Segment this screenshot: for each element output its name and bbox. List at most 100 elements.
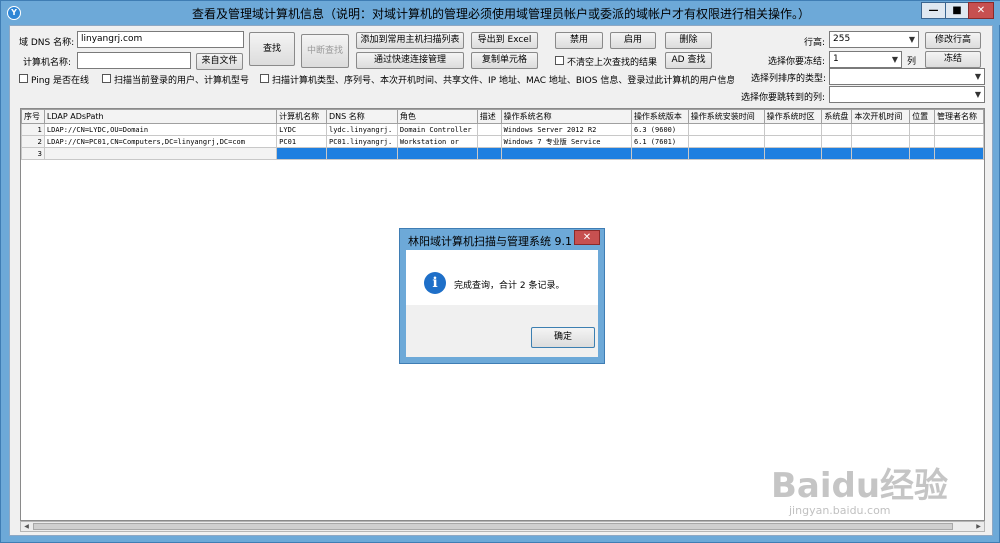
dialog-close-button[interactable]: ✕ — [574, 230, 600, 245]
row-height-select[interactable]: 255 ▼ — [829, 31, 919, 48]
quick-connect-button[interactable]: 通过快速连接管理 — [356, 52, 464, 69]
table-cell[interactable] — [476, 123, 502, 136]
table-row-selected[interactable]: 3 — [21, 147, 984, 160]
column-header[interactable]: 序号 — [21, 109, 45, 124]
table-cell[interactable]: lydc.linyangrj. — [326, 123, 398, 136]
column-header[interactable]: 计算机名称 — [276, 109, 327, 124]
table-cell[interactable] — [821, 147, 853, 160]
table-cell[interactable]: PC01 — [276, 135, 327, 148]
table-cell[interactable] — [476, 147, 502, 160]
table-row[interactable]: 2 LDAP://CN=PC01,CN=Computers,DC=linyang… — [21, 135, 984, 148]
keep-results-label: 不清空上次查找的结果 — [567, 58, 658, 68]
sort-column-label: 选择列排序的类型: — [751, 74, 827, 84]
table-cell[interactable]: LDAP://CN=PC01,CN=Computers,DC=linyangrj… — [43, 135, 278, 148]
from-file-button[interactable]: 来自文件 — [196, 53, 243, 70]
table-cell[interactable]: LDAP://CN=LYDC,OU=Domain — [43, 123, 278, 136]
table-cell[interactable]: LYDC — [276, 123, 327, 136]
sort-column-select[interactable]: ▼ — [829, 68, 985, 85]
table-cell[interactable]: Workstation or — [396, 135, 478, 148]
column-header[interactable]: DNS 名称 — [326, 109, 398, 124]
export-excel-button[interactable]: 导出到 Excel — [471, 32, 538, 49]
search-button[interactable]: 查找 — [249, 32, 295, 66]
column-header[interactable]: 位置 — [909, 109, 936, 124]
table-cell[interactable] — [763, 147, 823, 160]
table-cell[interactable] — [909, 123, 936, 136]
table-cell[interactable] — [821, 123, 853, 136]
table-cell[interactable]: PC01.linyangrj. — [326, 135, 398, 148]
enable-button[interactable]: 启用 — [610, 32, 656, 49]
minimize-button[interactable]: — — [921, 2, 946, 19]
table-cell[interactable]: Domain Controller — [396, 123, 478, 136]
column-header[interactable]: 操作系统版本 — [630, 109, 689, 124]
scroll-left-icon[interactable]: ◀ — [21, 522, 32, 531]
table-cell[interactable] — [934, 123, 984, 136]
table-cell[interactable] — [43, 147, 278, 160]
table-cell[interactable] — [630, 147, 689, 160]
disable-button[interactable]: 禁用 — [555, 32, 603, 49]
add-to-scan-list-button[interactable]: 添加到常用主机扫描列表 — [356, 32, 464, 49]
table-header-row: 序号 LDAP ADsPath 计算机名称 DNS 名称 角色 描述 操作系统名… — [21, 109, 984, 124]
table-cell[interactable]: Windows Server 2012 R2 — [500, 123, 632, 136]
dialog-message: 完成查询，合计 2 条记录。 — [454, 281, 565, 291]
title-bar[interactable]: Y 查看及管理域计算机信息（说明：对域计算机的管理必须使用域管理员帐户或委派的域… — [1, 1, 1000, 25]
column-header[interactable]: 系统盘 — [821, 109, 853, 124]
keep-results-checkbox[interactable] — [555, 56, 564, 65]
table-cell[interactable] — [934, 147, 984, 160]
jump-column-select[interactable]: ▼ — [829, 86, 985, 103]
table-row[interactable]: 1 LDAP://CN=LYDC,OU=Domain LYDC lydc.lin… — [21, 123, 984, 136]
column-header[interactable]: 角色 — [396, 109, 478, 124]
copy-cell-button[interactable]: 复制单元格 — [471, 52, 538, 69]
table-cell[interactable] — [851, 123, 911, 136]
freeze-button[interactable]: 冻结 — [925, 51, 981, 68]
chevron-down-icon: ▼ — [891, 55, 898, 64]
maximize-button[interactable]: ■ — [945, 2, 969, 19]
table-cell[interactable] — [396, 147, 478, 160]
window-title: 查看及管理域计算机信息（说明：对域计算机的管理必须使用域管理员帐户或委派的域帐户… — [191, 7, 810, 21]
column-header[interactable]: 操作系统时区 — [763, 109, 823, 124]
table-cell[interactable] — [500, 147, 632, 160]
ad-search-button[interactable]: AD 查找 — [665, 52, 712, 69]
table-cell[interactable] — [851, 147, 911, 160]
computer-name-input[interactable] — [77, 52, 191, 69]
table-cell[interactable]: 6.1 (7601) — [630, 135, 689, 148]
table-cell[interactable] — [763, 135, 823, 148]
table-cell[interactable] — [763, 123, 823, 136]
column-header[interactable]: 操作系统名称 — [500, 109, 632, 124]
table-cell[interactable]: 6.3 (9600) — [630, 123, 689, 136]
close-button[interactable]: ✕ — [968, 2, 994, 19]
scan-user-label: 扫描当前登录的用户、计算机型号 — [114, 76, 250, 86]
table-cell[interactable] — [851, 135, 911, 148]
interrupt-search-button[interactable]: 中断查找 — [301, 34, 349, 68]
chevron-down-icon: ▼ — [908, 35, 915, 44]
modify-row-height-button[interactable]: 修改行高 — [925, 32, 981, 49]
jump-column-label: 选择你要跳转到的列: — [741, 93, 826, 103]
table-cell[interactable] — [687, 123, 765, 136]
table-cell[interactable] — [687, 135, 765, 148]
scan-detail-checkbox[interactable] — [260, 74, 269, 83]
ping-label: Ping 是否在线 — [31, 76, 90, 86]
column-header[interactable]: 操作系统安装时间 — [687, 109, 765, 124]
table-cell[interactable] — [326, 147, 398, 160]
table-cell[interactable] — [687, 147, 765, 160]
freeze-column-select[interactable]: 1 ▼ — [829, 51, 902, 68]
table-cell[interactable] — [821, 135, 853, 148]
delete-button[interactable]: 删除 — [665, 32, 712, 49]
table-cell[interactable]: Windows 7 专业版 Service — [500, 135, 632, 148]
table-cell[interactable] — [909, 147, 936, 160]
scan-user-checkbox[interactable] — [102, 74, 111, 83]
table-cell[interactable] — [476, 135, 502, 148]
column-header[interactable]: 描述 — [476, 109, 502, 124]
ok-button[interactable]: 确定 — [531, 327, 595, 348]
domain-dns-input[interactable]: linyangrj.com — [77, 31, 244, 48]
chevron-down-icon: ▼ — [974, 72, 981, 81]
main-window: Y 查看及管理域计算机信息（说明：对域计算机的管理必须使用域管理员帐户或委派的域… — [0, 0, 1000, 543]
table-cell[interactable] — [909, 135, 936, 148]
column-header[interactable]: 管理者名称 — [934, 109, 984, 124]
column-header[interactable]: LDAP ADsPath — [43, 109, 278, 124]
table-cell[interactable] — [934, 135, 984, 148]
row-number: 3 — [21, 147, 45, 160]
ping-checkbox[interactable] — [19, 74, 28, 83]
domain-dns-label: 域 DNS 名称: — [19, 38, 75, 48]
column-header[interactable]: 本次开机时间 — [851, 109, 911, 124]
table-cell[interactable] — [276, 147, 327, 160]
